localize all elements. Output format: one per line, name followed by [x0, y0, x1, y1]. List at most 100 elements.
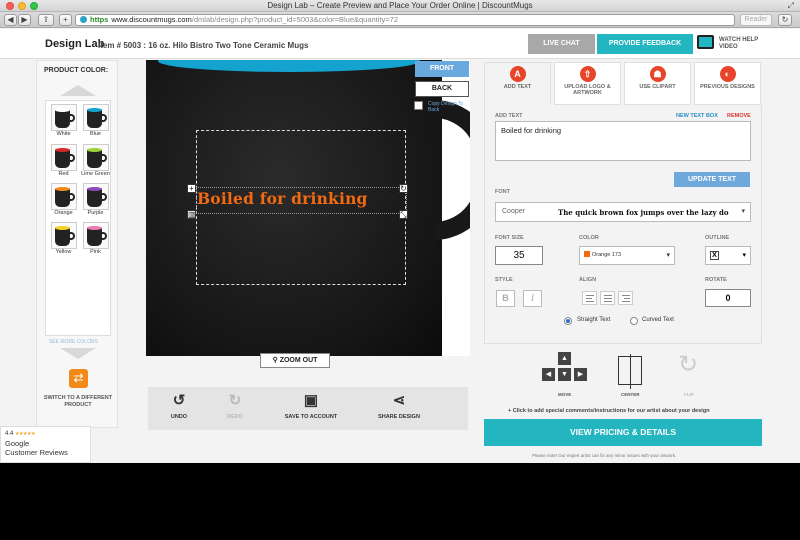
font-preview: The quick brown fox jumps over the lazy …	[558, 208, 729, 217]
move-left-icon[interactable]: ◀	[542, 368, 555, 381]
item-title: Item # 5003 : 16 oz. Hilo Bistro Two Ton…	[98, 41, 309, 50]
reload-button[interactable]: ↻	[778, 14, 792, 26]
tab-use-clipart[interactable]: ☗ USE CLIPART	[624, 62, 691, 105]
align-left-button[interactable]	[582, 291, 597, 305]
tab-previous-designs[interactable]: ◐ PREVIOUS DESIGNS	[694, 62, 761, 105]
watch-help-video-button[interactable]: WATCH HELP VIDEO	[697, 34, 761, 54]
bold-button[interactable]: B	[496, 290, 515, 307]
outline-label: OUTLINE	[705, 235, 730, 241]
browser-window: Design Lab – Create Preview and Place Yo…	[0, 0, 800, 463]
floppy-disk-icon: ▣	[303, 392, 319, 409]
color-swatch-purple[interactable]: Purple	[81, 183, 110, 216]
swatch-label: White	[56, 131, 71, 137]
center-icon[interactable]	[618, 354, 642, 389]
update-text-button[interactable]: UPDATE TEXT	[674, 172, 750, 187]
swatch-rim	[86, 226, 102, 230]
align-center-button[interactable]	[600, 291, 615, 305]
see-more-colors-link[interactable]: SEE MORE COLORS	[49, 339, 98, 345]
move-handle-icon[interactable]: +	[187, 184, 196, 193]
color-swatch-lime-green[interactable]: Lime Green	[81, 144, 110, 177]
tab-upload-logo[interactable]: ⇧ UPLOAD LOGO & ARTWORK	[554, 62, 621, 105]
copy-design-checkbox[interactable]	[414, 101, 423, 110]
mug-thumbnail-icon	[50, 144, 77, 171]
new-tab-button[interactable]: +	[59, 14, 72, 26]
move-up-icon[interactable]: ▲	[558, 352, 571, 365]
chevron-down-icon: ▾	[741, 208, 745, 215]
design-text[interactable]: Boiled for drinking	[197, 189, 407, 208]
watch-video-label: WATCH HELP VIDEO	[719, 37, 759, 50]
color-select[interactable]: Orange 173 ▾	[579, 246, 675, 265]
font-size-input[interactable]: 35	[495, 246, 543, 265]
curved-text-label[interactable]: Curved Text	[642, 317, 674, 323]
address-bar[interactable]: https www.discountmugs.com/dmlab/design.p…	[75, 14, 735, 26]
mug-handle	[434, 100, 470, 240]
front-view-button[interactable]: FRONT	[415, 61, 469, 77]
move-down-icon[interactable]: ▼	[558, 368, 571, 381]
title-bar: Design Lab – Create Preview and Place Yo…	[0, 0, 800, 12]
move-right-icon[interactable]: ▶	[574, 368, 587, 381]
reader-button[interactable]: Reader	[740, 14, 772, 26]
product-color-label: PRODUCT COLOR:	[44, 67, 109, 74]
copy-design-label: Copy Design To Back	[428, 101, 464, 113]
star-rating-icon: ★★★★★	[15, 431, 35, 437]
share-button[interactable]: ⇪	[38, 14, 54, 26]
color-swatch-orange[interactable]: Orange	[49, 183, 78, 216]
color-swatch-yellow[interactable]: Yellow	[49, 222, 78, 255]
font-name: Cooper	[502, 208, 525, 215]
google-reviews-badge[interactable]: 4.4 ★★★★★ Google Customer Reviews	[0, 426, 91, 463]
swatch-label: Orange	[54, 210, 73, 216]
font-select[interactable]: Cooper The quick brown fox jumps over th…	[495, 202, 751, 222]
scroll-up-arrow-icon[interactable]	[60, 85, 96, 96]
swatch-label: Purple	[87, 210, 104, 216]
chevron-down-icon: ▾	[666, 252, 670, 259]
straight-text-radio[interactable]	[564, 317, 572, 325]
resize-handle-icon[interactable]: ⤡	[399, 210, 408, 219]
add-comments-link[interactable]: + Click to add special comments/instruct…	[508, 408, 710, 414]
remove-link[interactable]: REMOVE	[727, 113, 751, 119]
new-text-box-link[interactable]: NEW TEXT BOX	[676, 113, 718, 119]
tab-label: UPLOAD LOGO & ARTWORK	[564, 84, 611, 96]
redo-label: REDO	[227, 414, 243, 420]
color-swatch-red[interactable]: Red	[49, 144, 78, 177]
color-swatch-blue[interactable]: Blue	[81, 104, 110, 137]
outline-select[interactable]: X ▾	[705, 246, 751, 265]
share-design-button[interactable]: ⋖ SHARE DESIGN	[374, 393, 424, 421]
color-swatch-white[interactable]: White	[49, 104, 78, 137]
google-label: Google	[5, 439, 30, 448]
tab-label: ADD TEXT	[503, 84, 532, 90]
color-value: Orange 173	[592, 252, 622, 258]
rotate-handle-icon[interactable]: ↻	[399, 184, 408, 193]
tab-add-text[interactable]: A ADD TEXT	[484, 62, 551, 106]
scroll-down-arrow-icon[interactable]	[60, 348, 96, 359]
delete-handle-icon[interactable]: ▥	[187, 210, 196, 219]
color-swatch-pink[interactable]: Pink	[81, 222, 110, 255]
fullscreen-icon[interactable]: ⤢	[788, 1, 794, 11]
live-chat-button[interactable]: LIVE CHAT	[528, 34, 595, 54]
clipart-icon: ☗	[649, 66, 666, 82]
align-right-button[interactable]	[618, 291, 633, 305]
back-button[interactable]: ◀	[4, 14, 17, 26]
italic-button[interactable]: I	[523, 290, 542, 307]
undo-label: UNDO	[170, 414, 188, 420]
zoom-out-button[interactable]: ⚲ ZOOM OUT	[260, 353, 330, 368]
swatch-label: Blue	[89, 131, 101, 137]
text-input[interactable]: Boiled for drinking	[495, 121, 751, 161]
switch-product-icon[interactable]: ⇄	[69, 369, 88, 388]
straight-text-label[interactable]: Straight Text	[577, 317, 610, 323]
undo-button[interactable]: ↺ UNDO	[168, 393, 190, 421]
product-color-panel: PRODUCT COLOR: White Blue Red Lime Green…	[36, 60, 118, 428]
back-view-button[interactable]: BACK	[415, 81, 469, 97]
page-header: Design Lab Item # 5003 : 16 oz. Hilo Bis…	[0, 29, 800, 59]
swatch-rim	[54, 108, 70, 112]
curved-text-radio[interactable]	[630, 317, 638, 325]
share-label: SHARE DESIGN	[378, 414, 420, 420]
mug-thumbnail-icon	[50, 104, 77, 131]
flip-icon[interactable]: ↻	[676, 353, 700, 377]
provide-feedback-button[interactable]: PROVIDE FEEDBACK	[597, 34, 693, 54]
redo-button[interactable]: ↻ REDO	[224, 393, 246, 421]
forward-button[interactable]: ▶	[18, 14, 31, 26]
rotate-input[interactable]: 0	[705, 289, 751, 307]
save-to-account-button[interactable]: ▣ SAVE TO ACCOUNT	[282, 392, 340, 421]
switch-product-label[interactable]: SWITCH TO A DIFFERENT PRODUCT	[43, 395, 113, 409]
view-pricing-button[interactable]: VIEW PRICING & DETAILS	[484, 419, 762, 446]
